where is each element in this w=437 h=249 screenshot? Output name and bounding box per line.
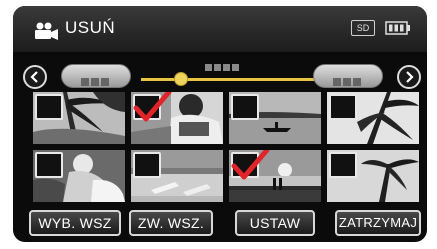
top-bar: USUŃ SD xyxy=(13,6,427,52)
checkmark-icon xyxy=(133,92,172,122)
select-all-button[interactable]: WYB. WSZ xyxy=(29,210,121,236)
selection-checkbox[interactable] xyxy=(231,94,259,120)
thumbnail-4[interactable] xyxy=(327,92,419,144)
selection-checkbox[interactable] xyxy=(329,94,357,120)
previous-group-button[interactable] xyxy=(61,64,131,88)
screen-title: USUŃ xyxy=(65,18,116,37)
selection-checkbox[interactable] xyxy=(133,152,161,178)
page-slider-knob[interactable] xyxy=(174,72,188,86)
selection-checkbox[interactable] xyxy=(329,152,357,178)
thumbnail-3[interactable] xyxy=(229,92,321,144)
battery-icon xyxy=(385,21,410,35)
thumbnail-7[interactable] xyxy=(229,150,321,202)
thumbnail-5[interactable] xyxy=(33,150,125,202)
next-page-button[interactable] xyxy=(397,65,421,89)
checkmark-icon xyxy=(231,150,270,180)
selection-checkbox[interactable] xyxy=(35,152,63,178)
chevron-right-icon xyxy=(406,71,414,83)
thumbnail-2[interactable] xyxy=(131,92,223,144)
thumbnail-8[interactable] xyxy=(327,150,419,202)
stop-button[interactable]: ZATRZYMAJ xyxy=(335,210,421,236)
release-all-button[interactable]: ZW. WSZ. xyxy=(129,210,213,236)
chevron-left-icon xyxy=(30,71,38,83)
sd-card-indicator: SD xyxy=(351,20,375,36)
previous-page-button[interactable] xyxy=(23,65,47,89)
selection-checkbox[interactable] xyxy=(35,94,63,120)
set-button[interactable]: USTAW xyxy=(235,210,315,236)
page-navigation xyxy=(13,54,427,96)
thumbnail-1[interactable] xyxy=(33,92,125,144)
next-group-button[interactable] xyxy=(313,64,383,88)
thumbnail-6[interactable] xyxy=(131,150,223,202)
page-indicator xyxy=(205,58,241,76)
lcd-screen: USUŃ SD WYB. WSZ ZW. WSZ. USTAW ZATRZYMA… xyxy=(13,6,427,242)
page-slider-track[interactable] xyxy=(141,78,327,81)
video-camera-icon xyxy=(35,22,58,40)
